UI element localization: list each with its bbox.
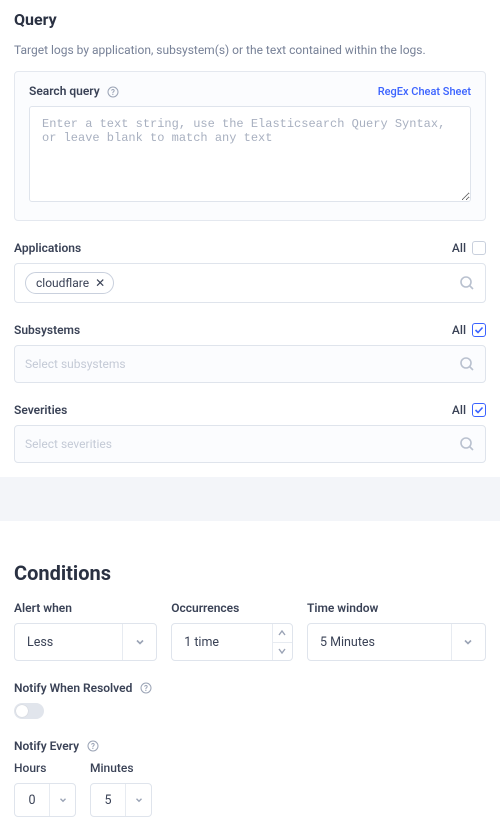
subsystems-all-label: All [452,323,466,337]
subsystems-placeholder: Select subsystems [25,357,126,371]
section-divider [0,477,500,521]
alert-when-value: Less [15,624,122,660]
time-window-value: 5 Minutes [308,624,451,660]
occurrences-value: 1 time [172,624,272,660]
chevron-down-icon[interactable] [49,784,75,816]
severities-all-checkbox[interactable] [472,403,486,417]
svg-text:?: ? [144,684,148,693]
notify-resolved-label: Notify When Resolved [14,681,132,695]
search-icon [459,275,475,291]
regex-cheat-sheet-link[interactable]: RegEx Cheat Sheet [378,85,471,98]
minutes-label: Minutes [90,761,152,775]
chevron-down-icon[interactable] [122,624,156,660]
subsystems-combobox[interactable]: Select subsystems [14,345,486,383]
time-window-field: Time window 5 Minutes [307,601,486,661]
search-query-box: Search query ? RegEx Cheat Sheet [14,71,486,221]
severities-placeholder: Select severities [25,437,112,451]
severities-field: Severities All Select severities [14,403,486,463]
minutes-select[interactable]: 5 [90,783,152,817]
applications-field: Applications All cloudflare ✕ [14,241,486,303]
severities-combobox[interactable]: Select severities [14,425,486,463]
application-chip: cloudflare ✕ [25,272,114,294]
alert-when-field: Alert when Less [14,601,157,661]
applications-all-checkbox[interactable] [472,241,486,255]
chip-remove-icon[interactable]: ✕ [95,277,105,289]
notify-every-label: Notify Every [14,739,79,753]
subsystems-field: Subsystems All Select subsystems [14,323,486,383]
hours-field: Hours 0 [14,761,76,817]
search-query-input[interactable] [29,106,471,202]
minutes-value: 5 [91,784,125,816]
chip-label: cloudflare [36,276,89,290]
subsystems-label: Subsystems [14,323,80,337]
applications-all-label: All [452,241,466,255]
occurrences-field: Occurrences 1 time [171,601,293,661]
help-icon[interactable]: ? [87,740,99,752]
hours-value: 0 [15,784,49,816]
chevron-down-icon[interactable] [125,784,151,816]
severities-label: Severities [14,403,67,417]
svg-text:?: ? [111,88,115,97]
help-icon[interactable]: ? [107,86,119,98]
search-icon [459,436,475,452]
occurrences-label: Occurrences [171,601,293,615]
time-window-label: Time window [307,601,486,615]
notify-resolved-field: Notify When Resolved ? [14,681,486,719]
stepper-up-icon[interactable] [273,624,292,643]
notify-every-field: Notify Every ? Hours 0 Minutes 5 [14,739,486,817]
conditions-title: Conditions [14,561,486,585]
conditions-section: Conditions Alert when Less Occurrences 1… [0,521,500,831]
hours-select[interactable]: 0 [14,783,76,817]
svg-text:?: ? [91,742,95,751]
subsystems-all-checkbox[interactable] [472,323,486,337]
severities-all-label: All [452,403,466,417]
stepper-down-icon[interactable] [273,643,292,661]
alert-when-label: Alert when [14,601,157,615]
minutes-field: Minutes 5 [90,761,152,817]
help-icon[interactable]: ? [140,682,152,694]
applications-label: Applications [14,241,81,255]
search-query-label: Search query ? [29,84,119,98]
search-icon [459,356,475,372]
alert-when-select[interactable]: Less [14,623,157,661]
occurrences-stepper[interactable]: 1 time [171,623,293,661]
time-window-select[interactable]: 5 Minutes [307,623,486,661]
hours-label: Hours [14,761,76,775]
query-section: Query Target logs by application, subsys… [0,0,500,477]
applications-combobox[interactable]: cloudflare ✕ [14,263,486,303]
query-subtitle: Target logs by application, subsystem(s)… [14,43,486,57]
notify-resolved-toggle[interactable] [14,703,44,719]
chevron-down-icon[interactable] [451,624,485,660]
query-title: Query [14,10,486,29]
